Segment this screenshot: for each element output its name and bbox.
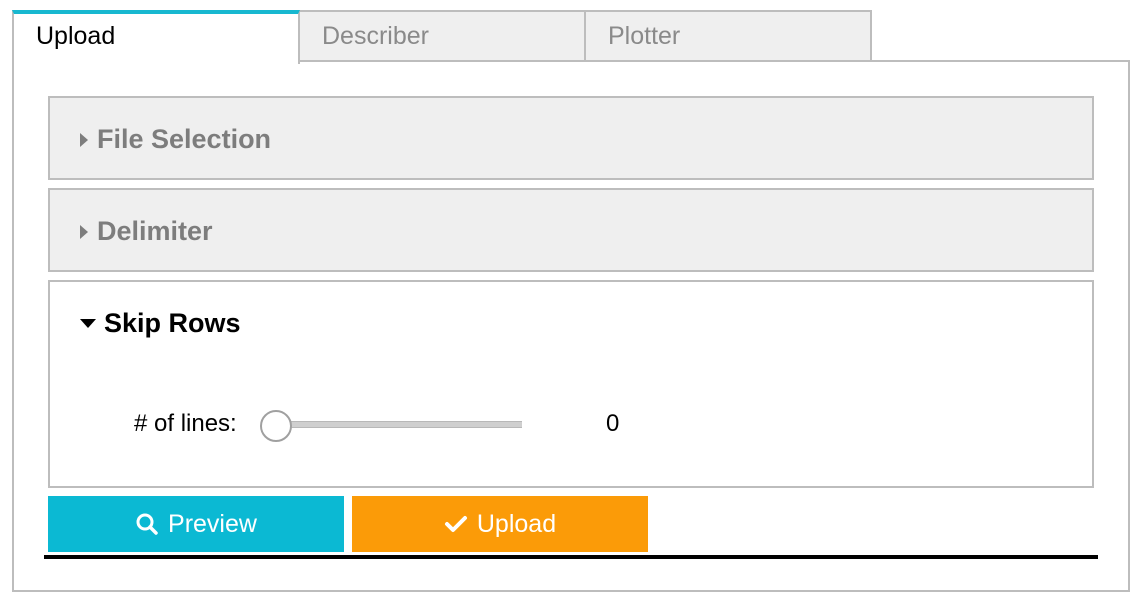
skip-rows-section: Skip Rows # of lines: 0 <box>48 280 1094 488</box>
upload-label: Upload <box>476 509 557 538</box>
tab-plotter[interactable]: Plotter <box>584 10 872 62</box>
preview-button[interactable]: Preview <box>48 496 344 552</box>
skip-rows-title: Skip Rows <box>104 308 241 338</box>
file-selection-title: File Selection <box>97 124 272 154</box>
delimiter-title: Delimiter <box>97 216 213 246</box>
lines-slider-thumb[interactable] <box>260 410 292 442</box>
lines-slider-label: # of lines: <box>134 410 237 437</box>
skip-rows-header[interactable]: Skip Rows <box>80 308 241 339</box>
tab-upload[interactable]: Upload <box>12 10 300 64</box>
caret-down-icon <box>80 319 96 328</box>
lines-slider-track[interactable] <box>260 410 522 442</box>
lines-slider-value: 0 <box>606 410 620 437</box>
file-selection-header[interactable]: File Selection <box>80 124 271 155</box>
tab-describer[interactable]: Describer <box>298 10 586 62</box>
delimiter-header[interactable]: Delimiter <box>80 216 213 247</box>
caret-right-icon <box>80 224 88 239</box>
divider <box>44 555 1098 559</box>
caret-right-icon <box>80 132 88 147</box>
file-selection-section: File Selection <box>48 96 1094 180</box>
delimiter-section: Delimiter <box>48 188 1094 272</box>
upload-button[interactable]: Upload <box>352 496 648 552</box>
search-icon <box>136 513 158 535</box>
preview-label: Preview <box>168 509 257 538</box>
check-icon <box>444 516 467 532</box>
